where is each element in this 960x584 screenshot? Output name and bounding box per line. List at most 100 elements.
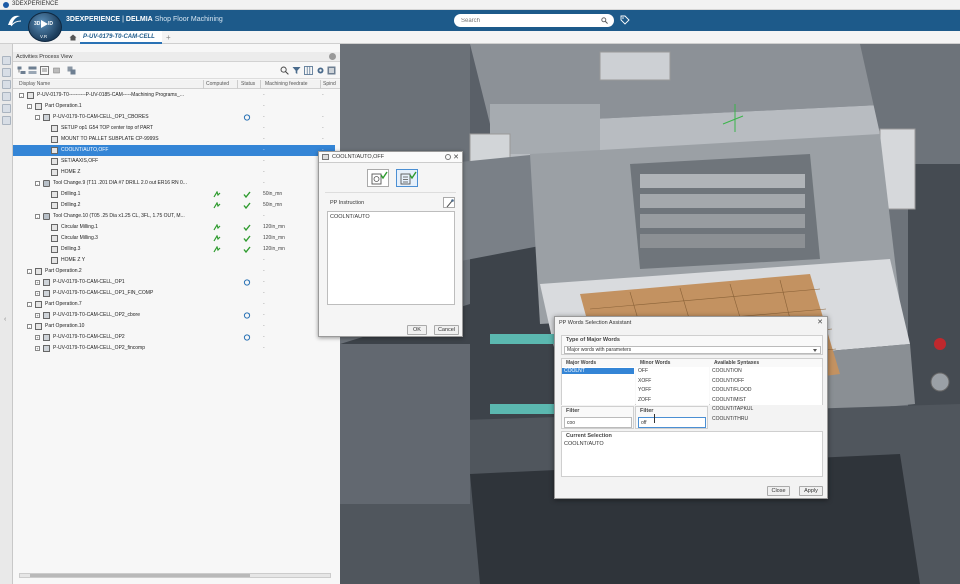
add-tab-icon[interactable]: +	[166, 33, 171, 42]
tree-row[interactable]: - Part Operation.10 -	[13, 321, 335, 332]
minor-word-item[interactable]: ZOFF	[638, 397, 651, 403]
tree-row[interactable]: - P-UV-0179-T0-CAM-CELL_OP1_CBORES - -	[13, 112, 335, 123]
tree-row[interactable]: + P-UV-0179-T0-CAM-CELL_OP1 -	[13, 277, 335, 288]
strip-settings-icon[interactable]	[2, 116, 11, 125]
layout-icon[interactable]	[327, 66, 336, 75]
syntax-item[interactable]: COOLNT/TAPKUL	[712, 406, 753, 412]
column-divider[interactable]	[237, 80, 238, 89]
expand-toggle-icon[interactable]: +	[35, 346, 40, 351]
tree-row[interactable]: Circular Milling.1 120in_mn	[13, 222, 335, 233]
syntax-item[interactable]: COOLNT/THRU	[712, 416, 748, 422]
strip-resource-icon[interactable]	[2, 80, 11, 89]
strip-filter-icon[interactable]	[2, 104, 11, 113]
tree-row[interactable]: - Part Operation.1 -	[13, 101, 335, 112]
syntax-item[interactable]: COOLNT/ON	[712, 368, 742, 374]
collapse-toggle-icon[interactable]: -	[19, 93, 24, 98]
tree-row[interactable]: + P-UV-0179-T0-CAM-CELL_OP1_FIN_COMP -	[13, 288, 335, 299]
expand-tree-icon[interactable]	[17, 66, 26, 75]
major-words-list[interactable]: COOLNT	[562, 367, 635, 405]
tab-document[interactable]: P-UV-0179-T0-CAM-CELL	[80, 31, 162, 44]
tree-row[interactable]: COOLNT/AUTO,OFF - -	[13, 145, 335, 156]
available-syntaxes-list[interactable]: COOLNT/ON COOLNT/OFF COOLNT/FLOOD COOLNT/MI…	[710, 367, 822, 422]
collapse-toggle-icon[interactable]: -	[27, 302, 32, 307]
strip-tree-icon[interactable]	[2, 56, 11, 65]
col-computed[interactable]: Computed	[206, 81, 229, 87]
major-filter-input[interactable]	[564, 417, 632, 428]
sync-status-icon[interactable]	[243, 279, 251, 286]
syntax-item[interactable]: COOLNT/OFF	[712, 378, 744, 384]
minor-filter-input[interactable]	[638, 417, 706, 428]
scrollbar-thumb[interactable]	[30, 574, 250, 577]
pp-instruction-textarea[interactable]: COOLNT/AUTO	[327, 211, 455, 305]
cancel-button[interactable]: Cancel	[434, 325, 459, 335]
column-divider[interactable]	[203, 80, 204, 89]
ds-logo-icon[interactable]	[6, 13, 22, 28]
collapse-toggle-icon[interactable]: -	[27, 269, 32, 274]
collapse-toggle-icon[interactable]: -	[35, 181, 40, 186]
tree-row[interactable]: - Tool Change.9 (T11 .201 DIA #7 DRILL 2.…	[13, 178, 335, 189]
pp-instruction-mode-button[interactable]	[396, 169, 418, 187]
compass-widget[interactable]: 3D ID V.R	[28, 12, 62, 42]
tree-row[interactable]: HOME Z Y -	[13, 255, 335, 266]
search-icon[interactable]	[601, 17, 608, 24]
tree-row[interactable]: + P-UV-0179-T0-CAM-CELL_OP2 -	[13, 332, 335, 343]
tree-row[interactable]: + P-UV-0179-T0-CAM-CELL_OP2_fincomp -	[13, 343, 335, 354]
collapse-toggle-icon[interactable]: -	[27, 324, 32, 329]
tree-row[interactable]: HOME Z -	[13, 167, 335, 178]
display-options-icon[interactable]	[67, 66, 76, 75]
apply-button[interactable]: Apply	[799, 486, 823, 496]
tree-row[interactable]: - Part Operation.2 -	[13, 266, 335, 277]
syntax-item[interactable]: COOLNT/MIST	[712, 397, 746, 403]
major-word-item[interactable]: COOLNT	[562, 368, 634, 374]
strip-process-icon[interactable]	[2, 68, 11, 77]
expand-toggle-icon[interactable]: +	[35, 335, 40, 340]
pp-dialog-close-icon[interactable]: ✕	[453, 153, 459, 161]
col-status[interactable]: Status	[241, 81, 255, 87]
col-spindle[interactable]: Spind	[323, 81, 336, 87]
minor-word-item[interactable]: XOFF	[638, 378, 651, 384]
syntax-item[interactable]: COOLNT/FLOOD	[712, 387, 751, 393]
sequence-icon[interactable]	[53, 66, 62, 75]
search-input[interactable]	[461, 16, 596, 25]
ok-button[interactable]: OK	[407, 325, 427, 335]
collapse-toggle-icon[interactable]: -	[35, 115, 40, 120]
pp-word-picker-button[interactable]	[443, 197, 455, 208]
expand-toggle-icon[interactable]: +	[35, 280, 40, 285]
home-icon[interactable]	[69, 34, 77, 41]
sync-status-icon[interactable]	[243, 114, 251, 121]
sync-status-icon[interactable]	[243, 312, 251, 319]
tag-icon[interactable]	[620, 15, 630, 25]
columns-icon[interactable]	[304, 66, 313, 75]
collapse-toggle-icon[interactable]: -	[35, 214, 40, 219]
gear-icon[interactable]	[316, 66, 325, 75]
column-divider[interactable]	[260, 80, 261, 89]
program-list-icon[interactable]	[40, 66, 49, 75]
tree-row[interactable]: - Part Operation.7 -	[13, 299, 335, 310]
tree-row[interactable]: - Tool Change.10 (T05 .25 Dia x1.25 CL, 3…	[13, 211, 335, 222]
minor-word-item[interactable]: YOFF	[638, 387, 651, 393]
filter-icon[interactable]	[292, 66, 301, 75]
tree-row[interactable]: Drilling.1 50in_mn	[13, 189, 335, 200]
search-box[interactable]	[454, 14, 614, 27]
tree-row[interactable]: Circular Milling.3 120in_mn	[13, 233, 335, 244]
tree-row[interactable]: Drilling.2 50in_mn	[13, 200, 335, 211]
strip-product-icon[interactable]	[2, 92, 11, 101]
collapse-tree-icon[interactable]	[28, 66, 37, 75]
compass-play-icon[interactable]	[41, 20, 48, 28]
pp-dialog-settings-icon[interactable]	[445, 154, 451, 160]
expand-toggle-icon[interactable]: +	[35, 313, 40, 318]
tree-row[interactable]: + P-UV-0179-T0-CAM-CELL_OP2_cbore -	[13, 310, 335, 321]
major-words-type-select[interactable]: Major words with parameters	[564, 346, 821, 354]
minor-words-list[interactable]: OFF XOFF YOFF ZOFF	[636, 367, 709, 405]
tree-row[interactable]: Drilling.3 120in_mn	[13, 244, 335, 255]
pp-dialog-titlebar[interactable]: COOLNT/AUTO,OFF ✕	[319, 152, 462, 163]
zoom-icon[interactable]	[280, 66, 289, 75]
close-button[interactable]: Close	[767, 486, 790, 496]
tree-row[interactable]: MOUNT TO PALLET SUBPLATE CP-9999S - -	[13, 134, 335, 145]
panel-close-icon[interactable]	[329, 53, 336, 60]
minor-word-item[interactable]: OFF	[638, 368, 648, 374]
collapse-toggle-icon[interactable]: -	[27, 104, 32, 109]
column-divider[interactable]	[320, 80, 321, 89]
pp-tool-mode-button[interactable]	[367, 169, 389, 187]
col-feedrate[interactable]: Machining feedrate	[265, 81, 308, 87]
